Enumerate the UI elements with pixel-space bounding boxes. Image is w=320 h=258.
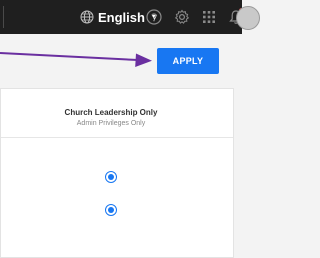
globe-icon: [80, 10, 94, 24]
column-title: Church Leadership Only: [64, 108, 158, 117]
permissions-card: Church Leadership Only Admin Privileges …: [0, 88, 234, 258]
topbar-divider: [3, 6, 4, 28]
radio-selected-dot: [108, 207, 114, 213]
language-label: English: [98, 9, 145, 25]
column-subtitle: Admin Privileges Only: [76, 120, 146, 127]
help-icon[interactable]: [145, 8, 163, 26]
permissions-table-header: Church Leadership Only Admin Privileges …: [1, 89, 233, 138]
settings-gear-icon[interactable]: [173, 8, 191, 26]
annotation-arrow: [0, 52, 152, 67]
apps-grid-icon[interactable]: [200, 8, 218, 26]
top-navigation-bar: English ▼: [0, 0, 260, 34]
avatar[interactable]: [236, 6, 260, 30]
permission-radio-button[interactable]: [105, 171, 117, 183]
apply-button[interactable]: APPLY: [157, 48, 219, 74]
permission-radio-button[interactable]: [105, 204, 117, 216]
radio-selected-dot: [108, 174, 114, 180]
